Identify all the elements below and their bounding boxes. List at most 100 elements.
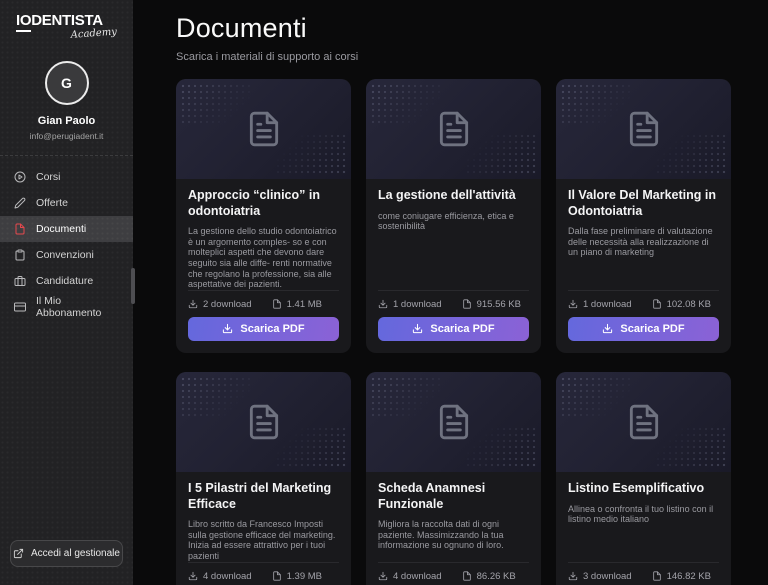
download-icon	[378, 571, 388, 581]
document-card: La gestione dell'attività come coniugare…	[366, 79, 541, 353]
document-description: Dalla fase preliminare di valutazione de…	[568, 226, 719, 258]
file-icon	[652, 299, 662, 309]
download-icon	[568, 571, 578, 581]
sidebar-item-documenti[interactable]: Documenti	[0, 216, 133, 242]
sidebar-item-abbonamento[interactable]: Il Mio Abbonamento	[0, 294, 133, 320]
page-subtitle: Scarica i materiali di supporto ai corsi	[176, 51, 731, 63]
accedi-gestionale-label: Accedi al gestionale	[31, 548, 120, 559]
file-text-icon	[625, 108, 663, 150]
scarica-pdf-button[interactable]: Scarica PDF	[568, 317, 719, 341]
document-thumbnail	[366, 79, 541, 179]
scarica-pdf-label: Scarica PDF	[430, 323, 494, 335]
main-content: Documenti Scarica i materiali di support…	[133, 0, 768, 585]
download-count: 2 download	[188, 299, 252, 310]
document-meta: 1 download 915.56 KB	[378, 290, 529, 317]
brand-logo-academy: Academy	[16, 26, 122, 44]
file-size-label: 915.56 KB	[477, 299, 521, 310]
brand-logo-io: IO	[16, 12, 31, 32]
document-thumbnail	[176, 372, 351, 472]
file-size-label: 1.41 MB	[287, 299, 322, 310]
sidebar-item-corsi[interactable]: Corsi	[0, 164, 133, 190]
document-meta: 4 download 86.26 KB	[378, 562, 529, 585]
document-thumbnail	[556, 372, 731, 472]
brand-logo: IODENTISTA Academy	[0, 0, 133, 47]
sidebar-item-convenzioni[interactable]: Convenzioni	[0, 242, 133, 268]
download-count-label: 1 download	[393, 299, 442, 310]
file-text-icon	[245, 401, 283, 443]
sidebar-item-offerte[interactable]: Offerte	[0, 190, 133, 216]
file-size: 102.08 KB	[652, 299, 711, 310]
user-profile: G Gian Paolo info@perugiadent.it	[0, 61, 133, 141]
document-title: Il Valore Del Marketing in Odontoiatria	[568, 188, 719, 219]
download-icon	[188, 571, 198, 581]
documents-grid: Approccio “clinico” in odontoiatria La g…	[176, 79, 731, 585]
document-card: Scheda Anamnesi Funzionale Migliora la r…	[366, 372, 541, 585]
sidebar-menu: Corsi Offerte Documenti Convenzioni Cand…	[0, 155, 133, 320]
download-count-label: 3 download	[583, 571, 632, 582]
document-card-body: Approccio “clinico” in odontoiatria La g…	[176, 179, 351, 353]
credit-card-icon	[14, 301, 26, 313]
download-count: 1 download	[568, 299, 632, 310]
document-meta: 4 download 1.39 MB	[188, 562, 339, 585]
file-icon	[652, 571, 662, 581]
document-description: Allinea o confronta il tuo listino con i…	[568, 504, 719, 525]
sidebar-item-label: Documenti	[36, 223, 86, 235]
file-icon	[462, 571, 472, 581]
download-icon	[568, 299, 578, 309]
file-icon	[14, 223, 26, 235]
user-name: Gian Paolo	[0, 115, 133, 127]
file-text-icon	[435, 401, 473, 443]
scarica-pdf-button[interactable]: Scarica PDF	[378, 317, 529, 341]
document-card-body: Il Valore Del Marketing in Odontoiatria …	[556, 179, 731, 353]
file-size: 1.41 MB	[272, 299, 322, 310]
document-title: Approccio “clinico” in odontoiatria	[188, 188, 339, 219]
document-card-body: I 5 Pilastri del Marketing Efficace Libr…	[176, 472, 351, 585]
download-count-label: 1 download	[583, 299, 632, 310]
download-count: 4 download	[378, 571, 442, 582]
file-text-icon	[435, 108, 473, 150]
file-size-label: 146.82 KB	[667, 571, 711, 582]
scarica-pdf-label: Scarica PDF	[620, 323, 684, 335]
document-card: Il Valore Del Marketing in Odontoiatria …	[556, 79, 731, 353]
briefcase-icon	[14, 275, 26, 287]
document-thumbnail	[176, 79, 351, 179]
user-email: info@perugiadent.it	[0, 131, 133, 141]
accedi-gestionale-button[interactable]: Accedi al gestionale	[10, 540, 123, 567]
document-card: I 5 Pilastri del Marketing Efficace Libr…	[176, 372, 351, 585]
file-size: 1.39 MB	[272, 571, 322, 582]
sidebar-item-label: Convenzioni	[36, 249, 94, 261]
file-icon	[272, 571, 282, 581]
document-title: Scheda Anamnesi Funzionale	[378, 481, 529, 512]
file-size: 86.26 KB	[462, 571, 516, 582]
sidebar-item-label: Offerte	[36, 197, 68, 209]
file-size-label: 1.39 MB	[287, 571, 322, 582]
download-count: 1 download	[378, 299, 442, 310]
download-count-label: 4 download	[393, 571, 442, 582]
document-meta: 2 download 1.41 MB	[188, 290, 339, 317]
document-card: Approccio “clinico” in odontoiatria La g…	[176, 79, 351, 353]
file-text-icon	[245, 108, 283, 150]
scarica-pdf-label: Scarica PDF	[240, 323, 304, 335]
sidebar-item-label: Il Mio Abbonamento	[36, 295, 119, 319]
sidebar-item-label: Corsi	[36, 171, 61, 183]
sidebar-footer: Accedi al gestionale	[0, 528, 133, 585]
file-text-icon	[625, 401, 663, 443]
document-card-body: La gestione dell'attività come coniugare…	[366, 179, 541, 353]
sidebar-scrollbar-thumb[interactable]	[131, 268, 135, 304]
file-icon	[462, 299, 472, 309]
file-size: 146.82 KB	[652, 571, 711, 582]
download-icon	[222, 323, 233, 334]
document-description: La gestione dello studio odontoiatrico è…	[188, 226, 339, 290]
document-meta: 3 download 146.82 KB	[568, 562, 719, 585]
download-icon	[378, 299, 388, 309]
document-title: Listino Esemplificativo	[568, 481, 719, 497]
pencil-icon	[14, 197, 26, 209]
download-icon	[188, 299, 198, 309]
sidebar-item-candidature[interactable]: Candidature	[0, 268, 133, 294]
document-thumbnail	[556, 79, 731, 179]
avatar: G	[45, 61, 89, 105]
file-size-label: 102.08 KB	[667, 299, 711, 310]
document-thumbnail	[366, 372, 541, 472]
document-description: come coniugare efficienza, etica e soste…	[378, 211, 529, 232]
scarica-pdf-button[interactable]: Scarica PDF	[188, 317, 339, 341]
